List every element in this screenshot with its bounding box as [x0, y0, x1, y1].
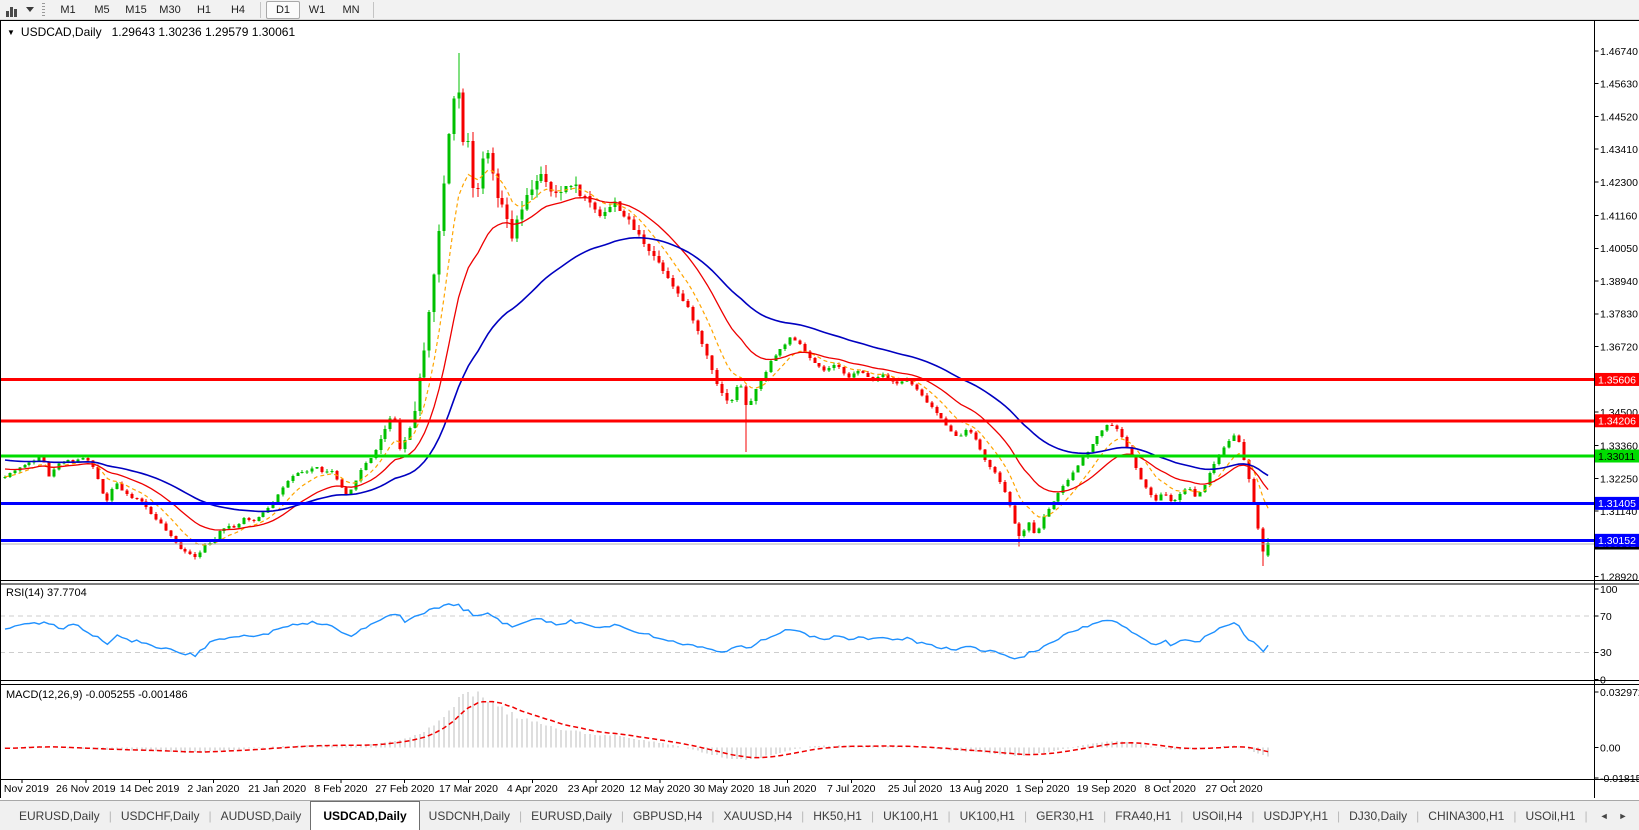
tab-scroll-nav: ◄►: [1588, 801, 1639, 830]
price-tick-label: 1.36720: [1600, 341, 1638, 353]
date-tick-label: 14 Dec 2019: [120, 783, 180, 795]
date-tick-label: 27 Feb 2020: [375, 783, 434, 795]
tab-china300-h1[interactable]: CHINA300,H1: [1419, 801, 1513, 830]
price-tick-label: 1.42300: [1600, 177, 1638, 189]
tab-gbpusd-h4[interactable]: GBPUSD,H4: [624, 801, 711, 830]
tab-usoil-h1[interactable]: USOil,H1: [1516, 801, 1584, 830]
date-tick-label: 19 Sep 2020: [1077, 783, 1137, 795]
rsi-tick-label: 30: [1600, 647, 1612, 659]
date-tick-label: 18 Jun 2020: [759, 783, 817, 795]
tab-audusd-daily[interactable]: AUDUSD,Daily: [212, 801, 311, 830]
tab-uk100-h1[interactable]: UK100,H1: [951, 801, 1024, 830]
price-tick-label: 1.37830: [1600, 309, 1638, 321]
svg-text:1.33011: 1.33011: [1598, 451, 1635, 463]
macd-label: MACD(12,26,9) -0.005255 -0.001486: [6, 689, 188, 701]
date-tick-label: 2 Jan 2020: [187, 783, 239, 795]
macd-tick-label: 0.00: [1600, 742, 1621, 754]
price-tick-label: 1.46740: [1600, 46, 1638, 58]
symbol-tabbar: EURUSD,Daily|USDCHF,Daily|AUDUSD,DailyUS…: [0, 800, 1639, 830]
level-price-badge: 1.34206: [1595, 414, 1639, 427]
tab-usdchf-daily[interactable]: USDCHF,Daily: [112, 801, 209, 830]
date-tick-label: 17 Mar 2020: [439, 783, 498, 795]
tab-scroll-right-icon[interactable]: ►: [1619, 811, 1628, 821]
tab-eurusd-daily[interactable]: EURUSD,Daily: [522, 801, 621, 830]
chart-canvas[interactable]: 1.46740 1.45630 1.44520 1.43410 1.42300 1.411…: [0, 0, 1639, 830]
ma-fast-line: [5, 170, 1268, 545]
tab-dj30-daily[interactable]: DJ30,Daily: [1340, 801, 1416, 830]
price-badges: 1.300611.356061.342061.330111.314051.301…: [1595, 373, 1639, 550]
level-price-badge: 1.31405: [1595, 497, 1639, 510]
date-tick-label: 25 Jul 2020: [888, 783, 942, 795]
ma-mid-line: [5, 198, 1268, 530]
rsi-tick-label: 70: [1600, 611, 1612, 623]
date-tick-label: 8 Feb 2020: [314, 783, 367, 795]
chart-symbol: USDCAD,Daily: [21, 25, 102, 39]
level-price-badge: 1.35606: [1595, 373, 1639, 386]
panel-borders: [0, 21, 1639, 799]
tab-usdcnh-daily[interactable]: USDCNH,Daily: [420, 801, 519, 830]
tab-ger30-h1[interactable]: GER30,H1: [1027, 801, 1103, 830]
tab-scroll-left-icon[interactable]: ◄: [1600, 811, 1609, 821]
level-price-badge: 1.33011: [1595, 450, 1639, 463]
price-tick-label: 1.38940: [1600, 276, 1638, 288]
rsi-tick-label: 100: [1600, 584, 1618, 596]
price-tick-label: 1.28920: [1600, 571, 1638, 583]
rsi-label: RSI(14) 37.7704: [6, 587, 87, 599]
date-tick-label: 23 Apr 2020: [568, 783, 625, 795]
rsi-panel: [0, 604, 1594, 659]
price-tick-label: 1.45630: [1600, 79, 1638, 91]
chart-title: ▼ USDCAD,Daily 1.29643 1.30236 1.29579 1…: [7, 25, 295, 39]
macd-signal-line: [5, 702, 1268, 758]
date-tick-label: 8 Oct 2020: [1145, 783, 1197, 795]
tab-eurusd-daily[interactable]: EURUSD,Daily: [10, 801, 109, 830]
date-tick-label: 12 May 2020: [630, 783, 691, 795]
tab-uk100-h1[interactable]: UK100,H1: [874, 801, 947, 830]
date-tick-label: 7 Nov 2019: [0, 783, 49, 795]
price-tick-label: 1.40050: [1600, 243, 1638, 255]
price-tick-label: 1.41160: [1600, 210, 1637, 222]
price-tick-label: 1.43410: [1600, 144, 1638, 156]
svg-text:1.31405: 1.31405: [1598, 498, 1636, 510]
macd-tick-label: -0.018154: [1600, 773, 1639, 785]
horizontal-levels: [0, 379, 1594, 543]
date-tick-label: 21 Jan 2020: [248, 783, 306, 795]
date-tick-label: 26 Nov 2019: [56, 783, 116, 795]
window-collapse-icon[interactable]: ▼: [7, 28, 15, 37]
date-tick-label: 7 Jul 2020: [827, 783, 876, 795]
macd-panel: [5, 692, 1268, 761]
tab-hk50-h1[interactable]: HK50,H1: [804, 801, 871, 830]
macd-tick-label: 0.032972: [1600, 687, 1639, 699]
rsi-line: [5, 604, 1268, 659]
svg-text:1.35606: 1.35606: [1598, 374, 1636, 386]
date-tick-label: 13 Aug 2020: [949, 783, 1008, 795]
moving-averages: [5, 170, 1268, 545]
svg-text:1.34206: 1.34206: [1598, 416, 1636, 428]
chart-ohlc: 1.29643 1.30236 1.29579 1.30061: [112, 25, 296, 39]
tab-xauusd-h4[interactable]: XAUUSD,H4: [714, 801, 801, 830]
price-tick-label: 1.44520: [1600, 111, 1638, 123]
date-tick-label: 4 Apr 2020: [507, 783, 558, 795]
price-panel: [4, 53, 1270, 566]
tab-fra40-h1[interactable]: FRA40,H1: [1106, 801, 1180, 830]
svg-text:1.30152: 1.30152: [1598, 535, 1636, 547]
date-tick-label: 1 Sep 2020: [1016, 783, 1070, 795]
tab-usdcad-daily[interactable]: USDCAD,Daily: [310, 801, 419, 830]
price-tick-label: 1.32250: [1600, 473, 1638, 485]
rsi-tick-label: 0: [1600, 674, 1606, 686]
tab-usdjpy-h1[interactable]: USDJPY,H1: [1255, 801, 1337, 830]
level-price-badge: 1.30152: [1595, 534, 1639, 547]
date-tick-label: 30 May 2020: [693, 783, 754, 795]
tab-usoil-h4[interactable]: USOil,H4: [1183, 801, 1251, 830]
date-tick-label: 27 Oct 2020: [1205, 783, 1262, 795]
